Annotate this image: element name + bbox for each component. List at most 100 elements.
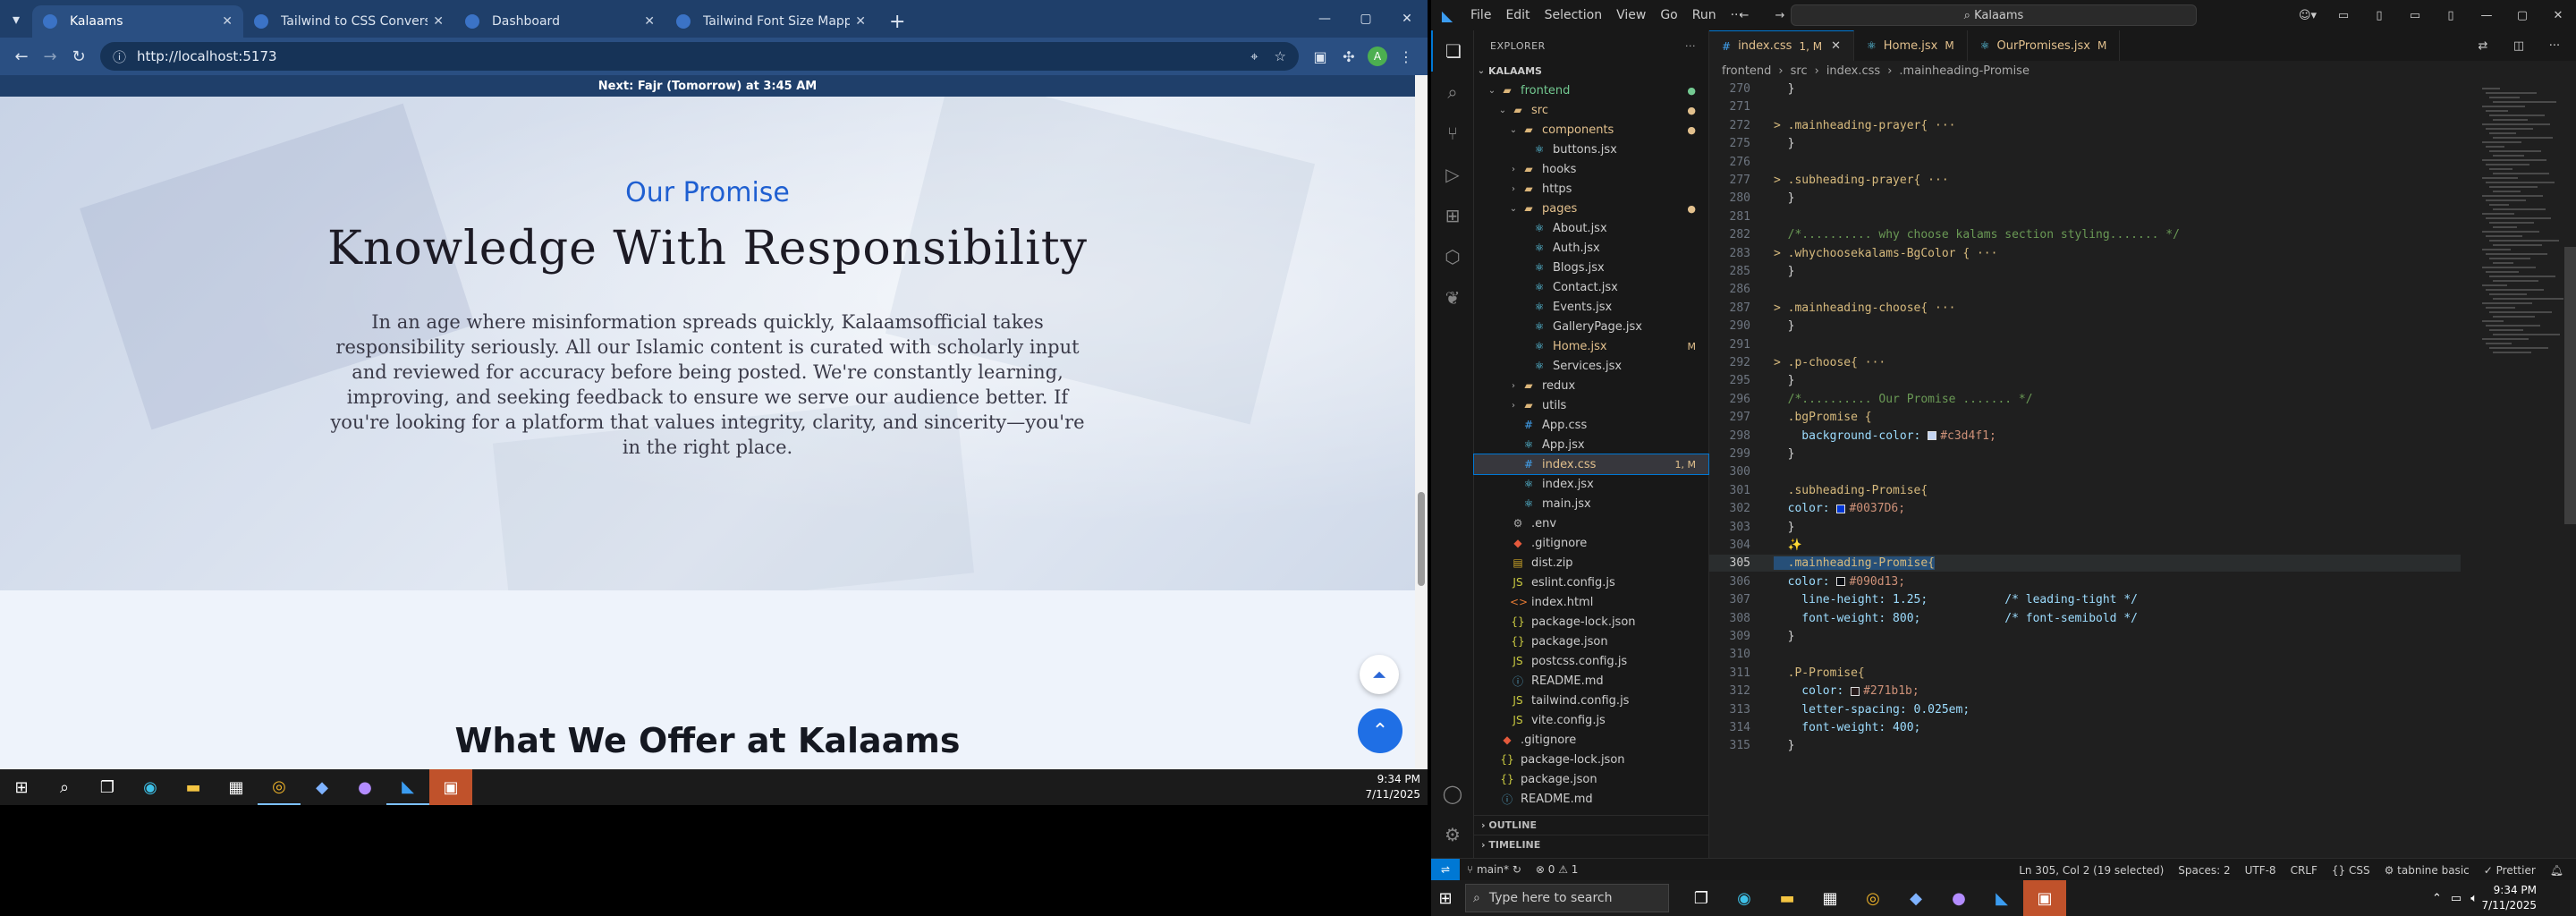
code-line[interactable]: 309 }	[1709, 628, 2461, 645]
maximize-icon[interactable]: ▢	[2504, 0, 2540, 30]
tab-search-icon[interactable]: ▾	[0, 0, 32, 38]
menu-item[interactable]: Selection	[1545, 8, 1603, 22]
menu-item[interactable]: Go	[1660, 8, 1677, 22]
page-scrollbar-thumb[interactable]	[1418, 492, 1425, 586]
app-icon[interactable]: ◆	[1894, 880, 1937, 916]
tree-file[interactable]: ◆ .gitignore	[1474, 730, 1708, 750]
code-line[interactable]: 310	[1709, 646, 2461, 663]
code-line[interactable]: 300	[1709, 463, 2461, 480]
bookmark-star-icon[interactable]: ☆	[1275, 48, 1286, 64]
code-line[interactable]: 291	[1709, 336, 2461, 353]
nav-back-icon[interactable]: ←	[1726, 0, 1762, 30]
new-tab-button[interactable]: +	[877, 5, 918, 38]
tree-folder[interactable]: › ▰ hooks	[1474, 159, 1708, 179]
github-icon[interactable]: ●	[1937, 880, 1980, 916]
layout-icon[interactable]: ▭	[2326, 0, 2361, 30]
prettier-status[interactable]: ✓ Prettier	[2477, 864, 2543, 877]
timeline-section[interactable]: › TIMELINE	[1474, 835, 1709, 854]
code-line[interactable]: 280 }	[1709, 190, 2461, 207]
site-info-icon[interactable]: ⓘ	[113, 47, 126, 66]
leaf-icon[interactable]: ❦	[1431, 277, 1474, 318]
code-line[interactable]: 276	[1709, 154, 2461, 171]
tree-file[interactable]: # index.css 1, M	[1473, 454, 1709, 475]
page-scrollbar[interactable]	[1415, 75, 1428, 769]
file-explorer-icon[interactable]: ▬	[172, 769, 215, 805]
language-mode[interactable]: {} CSS	[2325, 864, 2377, 877]
vscode-icon[interactable]: ◣	[386, 769, 429, 805]
profile-avatar[interactable]: A	[1363, 42, 1392, 71]
code-line[interactable]: 295 }	[1709, 372, 2461, 389]
code-line[interactable]: 315 }	[1709, 737, 2461, 754]
editor-tab[interactable]: ⚛ Home.jsx M	[1854, 30, 1968, 61]
code-line[interactable]: 298 background-color: #c3d4f1;	[1709, 428, 2461, 445]
command-center-search[interactable]: ⌕ Kalaams	[1791, 4, 2197, 26]
color-swatch[interactable]	[1851, 686, 1860, 696]
app-icon-2[interactable]: ▣	[2023, 880, 2066, 916]
tree-file[interactable]: {} package-lock.json	[1474, 612, 1708, 632]
tabnine-status[interactable]: ⚙ tabnine basic	[2377, 864, 2477, 877]
extensions-icon[interactable]: ⊞	[1431, 195, 1474, 236]
code-line[interactable]: 297 .bgPromise {	[1709, 409, 2461, 426]
code-line[interactable]: 306 color: #090d13;	[1709, 573, 2461, 590]
outline-section[interactable]: › OUTLINE	[1474, 815, 1709, 835]
tree-file[interactable]: {} package-lock.json	[1474, 750, 1708, 769]
tree-folder[interactable]: ⌄ ▰ frontend ●	[1474, 81, 1708, 100]
chrome-menu-icon[interactable]: ⋮	[1392, 42, 1420, 71]
code-line[interactable]: 286	[1709, 281, 2461, 298]
menu-item[interactable]: View	[1616, 8, 1646, 22]
code-line[interactable]: 302 color: #0037D6;	[1709, 500, 2461, 517]
code-line[interactable]: 296 /*.......... Our Promise ....... */	[1709, 391, 2461, 408]
volume-icon[interactable]: 🔈︎	[2470, 892, 2478, 905]
notifications-bell-icon[interactable]: 🔔︎	[2543, 864, 2571, 877]
code-view[interactable]: 270 } 271 272 > .mainheading-prayer{ ··· 275…	[1709, 81, 2576, 858]
code-line[interactable]: 281	[1709, 208, 2461, 225]
editor-more-icon[interactable]: ···	[2537, 30, 2572, 61]
edge-icon[interactable]: ◉	[1723, 880, 1766, 916]
tree-file[interactable]: ▤ dist.zip	[1474, 553, 1708, 572]
code-line[interactable]: 271	[1709, 98, 2461, 115]
tree-file[interactable]: ⚛ buttons.jsx	[1474, 140, 1708, 159]
store-icon[interactable]: ▦	[1809, 880, 1852, 916]
tree-file[interactable]: ⚛ Home.jsx M	[1474, 336, 1708, 356]
code-line[interactable]: 270 }	[1709, 81, 2461, 98]
vscode-icon[interactable]: ◣	[1980, 880, 2023, 916]
settings-gear-icon[interactable]: ⚙	[1431, 814, 1474, 855]
scroll-to-top-button[interactable]: ⌃	[1358, 708, 1402, 753]
problems-indicator[interactable]: ⊗ 0 ⚠ 1	[1529, 863, 1586, 876]
breadcrumb-item[interactable]: index.css	[1826, 64, 1880, 78]
code-line[interactable]: 277 > .subheading-prayer{ ···	[1709, 172, 2461, 189]
store-icon[interactable]: ▦	[215, 769, 258, 805]
minimap[interactable]	[2479, 81, 2564, 438]
tree-folder[interactable]: ⌄ ▰ src ●	[1474, 100, 1708, 120]
code-line[interactable]: 308 font-weight: 800; /* font-semibold *…	[1709, 610, 2461, 627]
maximize-icon[interactable]: ▢	[1345, 0, 1386, 38]
code-line[interactable]: 275 }	[1709, 135, 2461, 152]
app-icon[interactable]: ◆	[301, 769, 343, 805]
prayer-widget-button[interactable]: ⏶	[1360, 655, 1399, 694]
tree-file[interactable]: JS postcss.config.js	[1474, 651, 1708, 671]
close-icon[interactable]: ✕	[2540, 0, 2576, 30]
windows-start-icon[interactable]: ⊞	[1431, 880, 1460, 916]
code-line[interactable]: 290 }	[1709, 318, 2461, 335]
close-tab-icon[interactable]: ✕	[428, 14, 444, 29]
tree-file[interactable]: ⚛ About.jsx	[1474, 218, 1708, 238]
close-tab-icon[interactable]: ✕	[850, 14, 866, 29]
code-line[interactable]: 312 color: #271b1b;	[1709, 683, 2461, 700]
color-swatch[interactable]	[1836, 577, 1846, 587]
remote-icon[interactable]: ⬡	[1431, 236, 1474, 277]
editor-scrollbar-thumb[interactable]	[2564, 247, 2576, 524]
code-line[interactable]: 272 > .mainheading-prayer{ ···	[1709, 117, 2461, 134]
tree-file[interactable]: ⚛ Contact.jsx	[1474, 277, 1708, 297]
editor-scrollbar[interactable]	[2564, 81, 2576, 858]
chrome-icon[interactable]: ◎	[258, 769, 301, 805]
edge-icon[interactable]: ◉	[129, 769, 172, 805]
tree-file[interactable]: <> index.html	[1474, 592, 1708, 612]
color-swatch[interactable]	[1928, 431, 1937, 441]
code-line[interactable]: 301 .subheading-Promise{	[1709, 482, 2461, 499]
color-swatch[interactable]	[1836, 504, 1846, 513]
code-line[interactable]: 283 > .whychoosekalams-BgColor { ···	[1709, 245, 2461, 262]
code-line[interactable]: 299 }	[1709, 445, 2461, 462]
network-icon[interactable]: ▭	[2451, 892, 2462, 905]
browser-tab[interactable]: Dashboard ✕	[454, 5, 665, 38]
app-icon-2[interactable]: ▣	[429, 769, 472, 805]
